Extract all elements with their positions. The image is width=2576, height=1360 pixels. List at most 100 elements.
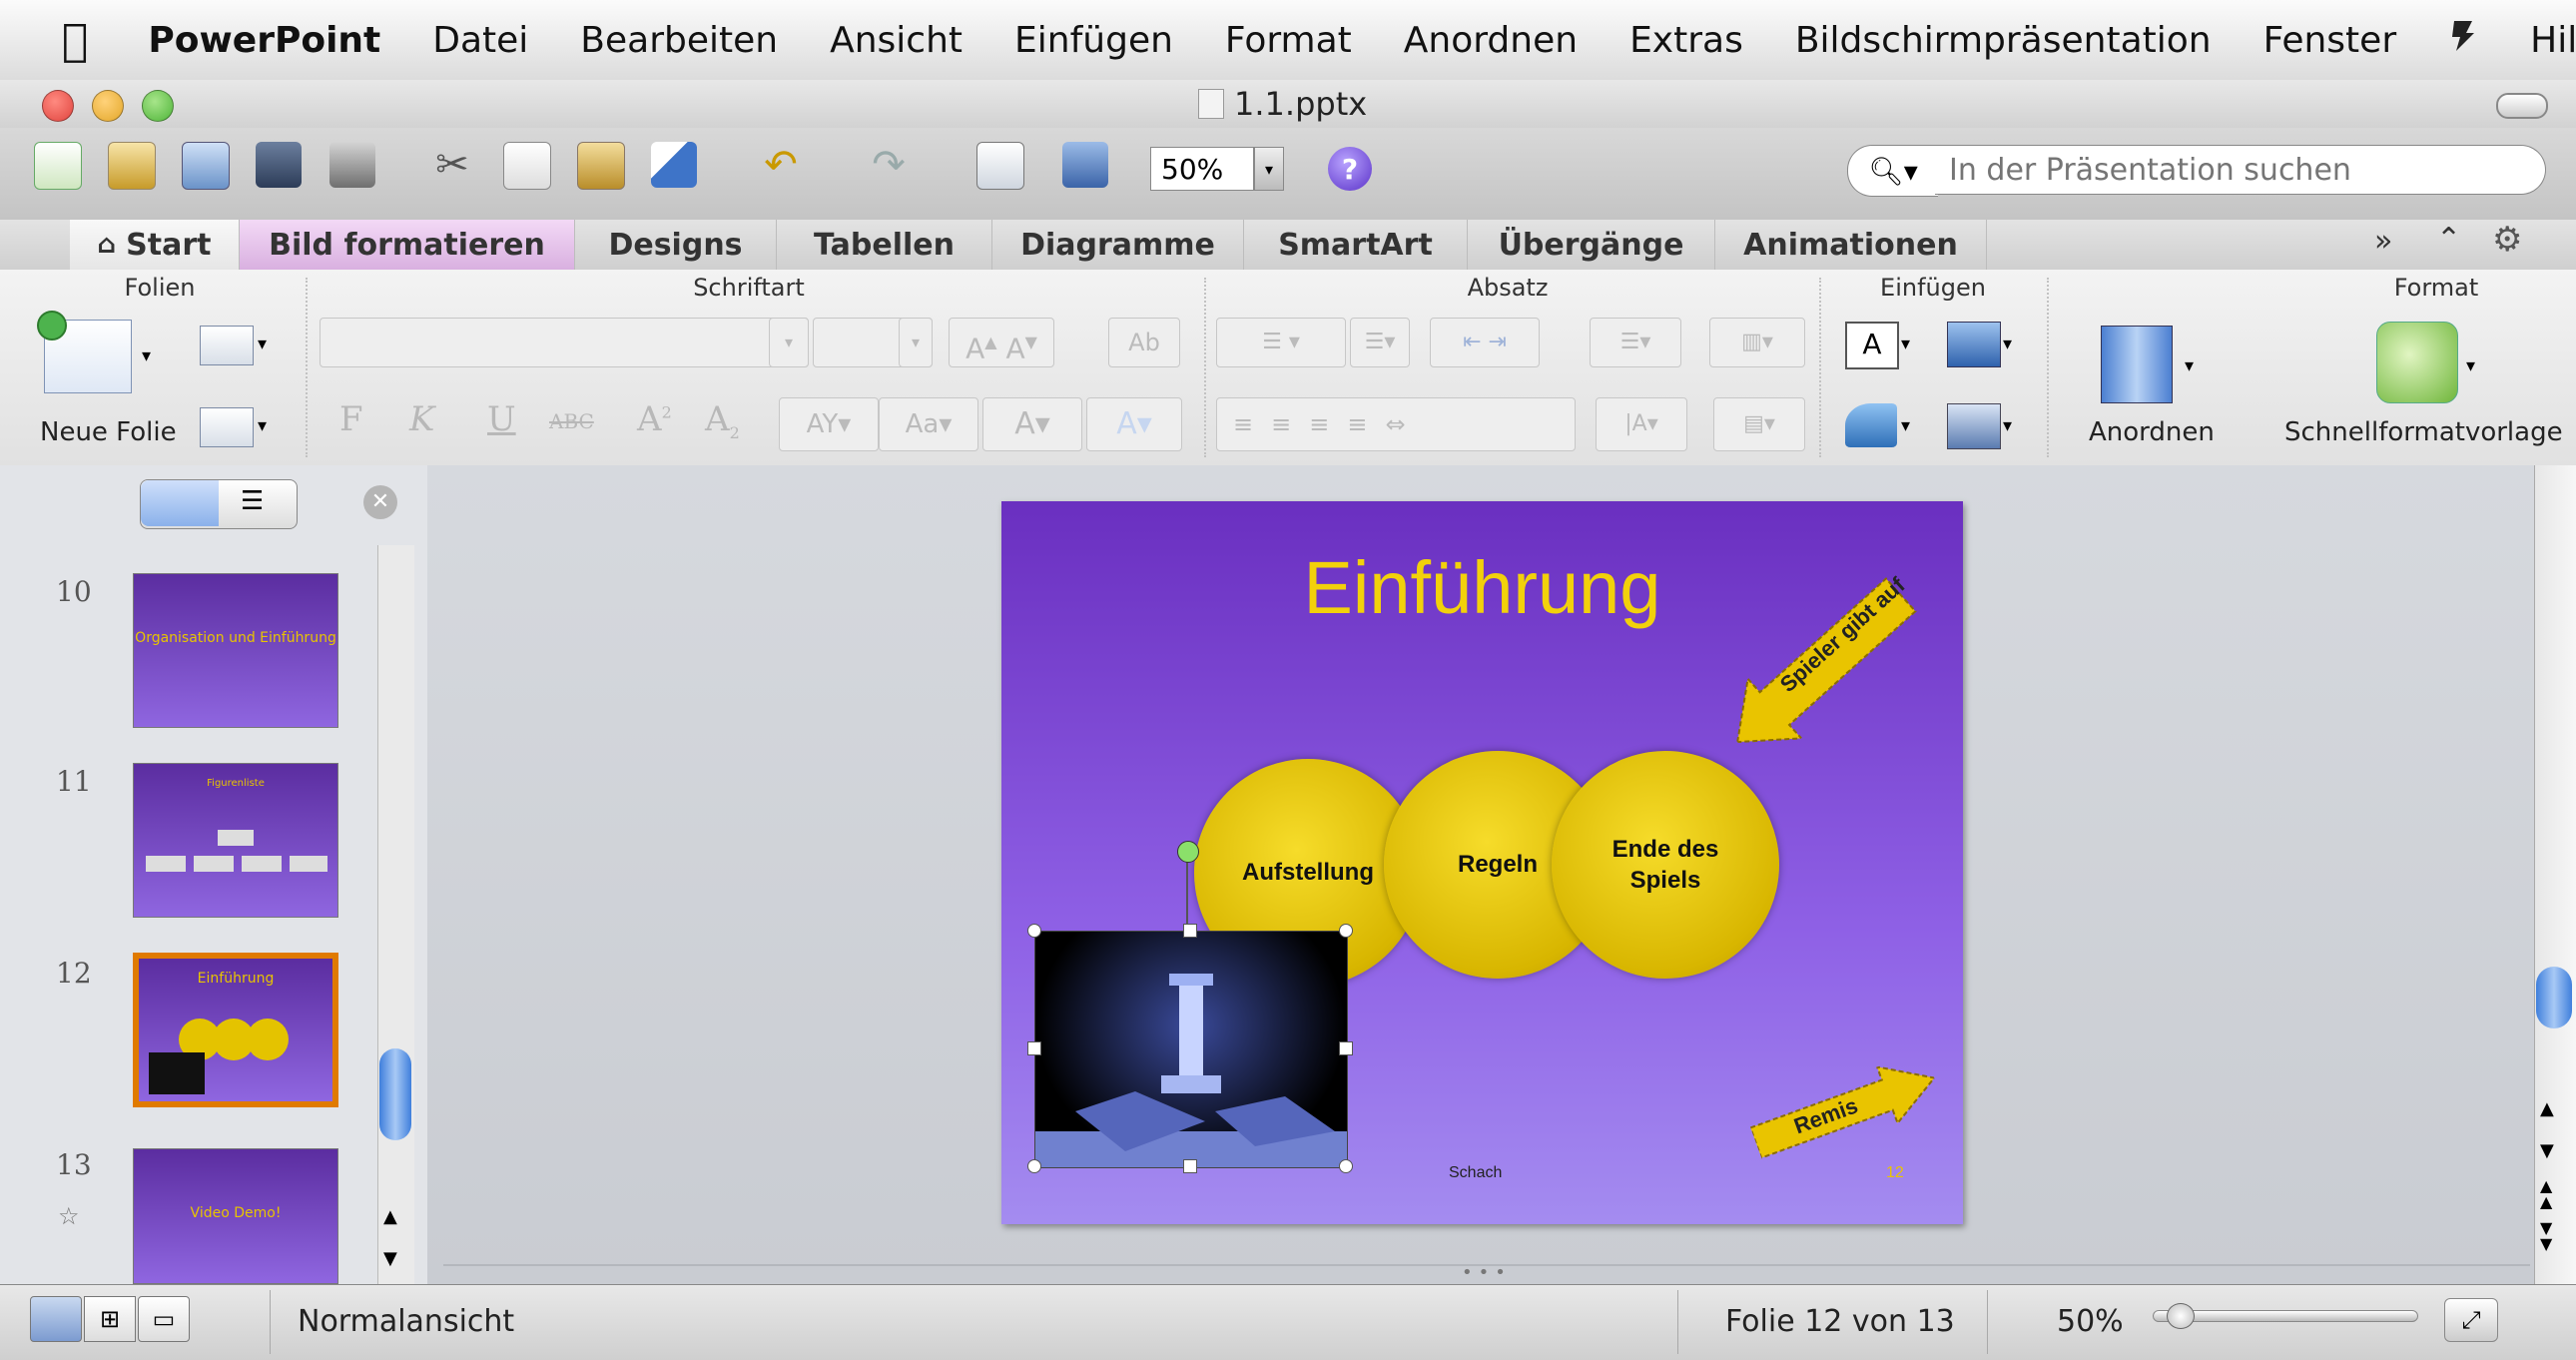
minimize-window-button[interactable] xyxy=(92,90,124,122)
resize-handle-right[interactable] xyxy=(1339,1041,1353,1055)
indent-buttons[interactable]: ⇤ ⇥ xyxy=(1430,318,1540,367)
apple-icon[interactable]:  xyxy=(62,15,88,66)
new-slide-icon[interactable] xyxy=(37,311,132,393)
open-icon[interactable] xyxy=(182,142,230,190)
columns-button[interactable]: ▥▾ xyxy=(1709,318,1805,367)
insert-textbox-icon[interactable] xyxy=(976,142,1024,190)
slides-view-tab[interactable] xyxy=(141,480,219,526)
text-effects-button[interactable]: A▾ xyxy=(1086,397,1182,451)
search-icon[interactable]: 🔍︎▾ xyxy=(1847,145,1938,197)
fit-to-window-icon[interactable]: ⤢ xyxy=(2444,1298,2498,1342)
slide-thumbnail-10[interactable]: Organisation und Einführung xyxy=(133,573,338,728)
font-size-dropdown[interactable]: ▾ xyxy=(899,318,933,367)
tab-smartart[interactable]: SmartArt xyxy=(1244,220,1468,270)
cut-icon[interactable]: ✂ xyxy=(429,142,475,188)
outline-view-tab[interactable]: ☰ xyxy=(241,486,264,516)
bold-button[interactable]: F xyxy=(339,399,363,439)
current-slide[interactable]: Einführung Spieler gibt auf Aufstellung … xyxy=(1001,501,1963,1224)
menu-ansicht[interactable]: Ansicht xyxy=(830,20,963,61)
slide-thumbnail-11[interactable]: Figurenliste xyxy=(133,763,338,918)
underline-button[interactable]: U xyxy=(487,399,516,439)
menu-bildschirmpraesentation[interactable]: Bildschirmpräsentation xyxy=(1795,20,2212,61)
panel-scrollbar-thumb[interactable] xyxy=(379,1048,411,1140)
gallery-icon[interactable] xyxy=(108,142,156,190)
menu-einfuegen[interactable]: Einfügen xyxy=(1014,20,1173,61)
resize-handle-bottom[interactable] xyxy=(1183,1159,1197,1173)
line-spacing-button[interactable]: ☰▾ xyxy=(1590,318,1681,367)
copy-icon[interactable] xyxy=(503,142,551,190)
resize-handle-bottom-right[interactable] xyxy=(1339,1159,1353,1173)
tab-animationen[interactable]: Animationen xyxy=(1715,220,1987,270)
quick-styles-label[interactable]: Schnellformatvorlage xyxy=(2284,417,2563,447)
font-name-select[interactable] xyxy=(320,318,809,367)
arrange-icon[interactable] xyxy=(2101,326,2173,403)
tab-bild-formatieren[interactable]: Bild formatieren xyxy=(240,220,575,270)
alignment-buttons[interactable]: ≡≡≡≡⇔ xyxy=(1216,397,1576,451)
align-text-button[interactable]: ▤▾ xyxy=(1713,397,1805,451)
resize-handle-top-right[interactable] xyxy=(1339,924,1353,938)
slide-sorter-view-icon[interactable]: ⊞ xyxy=(84,1296,136,1342)
gear-icon[interactable]: ⚙ xyxy=(2492,220,2522,260)
tab-designs[interactable]: Designs xyxy=(575,220,777,270)
slide-thumbnail-12-selected[interactable]: Einführung xyxy=(133,953,338,1107)
editor-scrollbar-track[interactable] xyxy=(2534,465,2576,1284)
subscript-button[interactable]: A2 xyxy=(705,399,740,442)
tab-tabellen[interactable]: Tabellen xyxy=(777,220,992,270)
ribbon-overflow-icon[interactable]: » xyxy=(2374,224,2392,259)
search-input[interactable] xyxy=(1935,145,2546,195)
next-slide-icon[interactable]: ▼ ▼ xyxy=(2540,1220,2552,1252)
resize-handle-top-left[interactable] xyxy=(1027,924,1041,938)
numbering-button[interactable]: ☰▾ xyxy=(1350,318,1410,367)
insert-media-icon[interactable] xyxy=(1947,403,2001,449)
clear-formatting-button[interactable]: Ab xyxy=(1108,318,1180,367)
scroll-down-icon[interactable]: ▼ xyxy=(2540,1140,2554,1161)
resize-handle-bottom-left[interactable] xyxy=(1027,1159,1041,1173)
tab-start[interactable]: ⌂ Start xyxy=(70,220,240,270)
close-panel-icon[interactable]: ✕ xyxy=(363,485,397,519)
tab-diagramme[interactable]: Diagramme xyxy=(992,220,1244,270)
menu-anordnen[interactable]: Anordnen xyxy=(1404,20,1578,61)
zoom-window-button[interactable] xyxy=(142,90,174,122)
change-case-button[interactable]: Aa▾ xyxy=(879,397,978,451)
normal-view-button[interactable] xyxy=(30,1296,82,1342)
bullets-button[interactable]: ☰ ▾ xyxy=(1216,318,1346,367)
font-color-button[interactable]: A▾ xyxy=(982,397,1082,451)
collapse-ribbon-icon[interactable]: ⌃ xyxy=(2436,222,2461,257)
quick-styles-icon[interactable] xyxy=(2376,322,2458,403)
layout-icon[interactable] xyxy=(200,326,254,365)
insert-shape-icon[interactable] xyxy=(1845,403,1897,447)
new-document-icon[interactable] xyxy=(34,142,82,190)
insert-textbox-ribbon-icon[interactable]: A xyxy=(1845,322,1899,369)
section-icon[interactable] xyxy=(200,407,254,447)
insert-picture-ribbon-icon[interactable] xyxy=(1947,322,2001,367)
arrow-remis[interactable]: Remis xyxy=(1745,1049,1944,1170)
strikethrough-button[interactable]: ABC xyxy=(549,409,594,433)
new-slide-dropdown-icon[interactable]: ▾ xyxy=(142,345,151,366)
previous-slide-icon[interactable]: ▲ ▲ xyxy=(2540,1178,2552,1210)
superscript-button[interactable]: A2 xyxy=(637,399,672,439)
rotation-handle[interactable] xyxy=(1177,841,1199,863)
circle-ende-des-spiels[interactable]: Ende des Spiels xyxy=(1552,751,1779,979)
menu-hilfe[interactable]: Hilf xyxy=(2530,20,2576,61)
menu-app-name[interactable]: PowerPoint xyxy=(148,20,380,61)
panel-scroll-down-icon[interactable]: ▼ xyxy=(383,1248,397,1269)
chess-picture[interactable] xyxy=(1034,931,1348,1168)
arrange-label[interactable]: Anordnen xyxy=(2089,417,2215,447)
italic-button[interactable]: K xyxy=(409,399,434,439)
scroll-up-icon[interactable]: ▲ xyxy=(2540,1098,2554,1119)
menu-extras[interactable]: Extras xyxy=(1629,20,1743,61)
save-icon[interactable] xyxy=(256,142,302,188)
text-direction-button[interactable]: |A▾ xyxy=(1596,397,1687,451)
toolbar-toggle-button[interactable] xyxy=(2496,93,2548,119)
help-icon[interactable]: ? xyxy=(1328,147,1372,191)
menu-fenster[interactable]: Fenster xyxy=(2263,20,2397,61)
script-icon[interactable] xyxy=(2448,19,2478,62)
editor-scrollbar-thumb[interactable] xyxy=(2536,967,2572,1028)
undo-icon[interactable]: ↶ xyxy=(751,142,811,188)
redo-icon[interactable]: ↷ xyxy=(859,142,919,188)
resize-handle-top[interactable] xyxy=(1183,924,1197,938)
print-icon[interactable] xyxy=(329,142,375,188)
resize-handle-left[interactable] xyxy=(1027,1041,1041,1055)
zoom-dropdown-arrow[interactable]: ▾ xyxy=(1254,147,1284,191)
font-name-dropdown[interactable]: ▾ xyxy=(769,318,809,367)
